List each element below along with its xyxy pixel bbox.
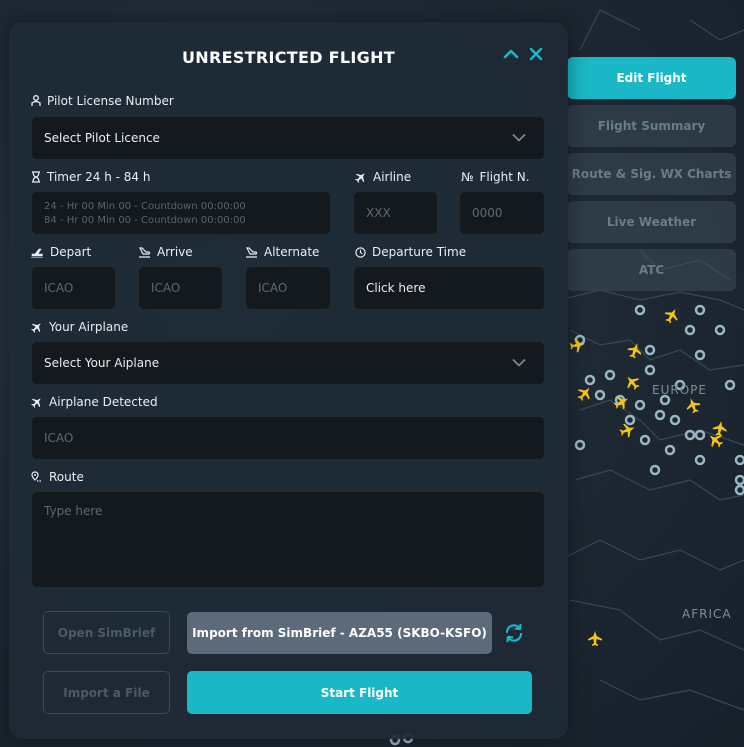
airplane-detected-field[interactable] (32, 417, 544, 459)
arrive-input-field[interactable] (139, 267, 222, 309)
side-nav-route-wx-charts[interactable]: Route & Sig. WX Charts (567, 153, 736, 195)
timer-label: Timer 24 h - 84 h (31, 170, 150, 184)
route-label: Route (31, 470, 84, 484)
pilot-license-value: Select Pilot Licence (44, 131, 160, 145)
flight-number-label-text: Flight N. (479, 170, 530, 184)
map-label-europe: EUROPE (652, 383, 707, 397)
timer-field[interactable]: 24 - Hr 00 Min 00 - Countdown 00:00:00 8… (32, 192, 330, 234)
panel-title: UNRESTRICTED FLIGHT (182, 48, 395, 67)
side-nav-flight-summary[interactable]: Flight Summary (567, 105, 736, 147)
flight-number-input[interactable] (460, 192, 544, 234)
route-textarea[interactable] (32, 492, 544, 587)
your-airplane-value: Select Your Aiplane (44, 356, 160, 370)
arrive-label: Arrive (139, 245, 193, 259)
clock-icon (355, 246, 366, 258)
your-airplane-select[interactable]: Select Your Aiplane (32, 342, 544, 384)
side-nav-atc[interactable]: ATC (567, 249, 736, 291)
hourglass-icon (32, 171, 40, 183)
depart-input[interactable] (32, 267, 115, 309)
alternate-label: Alternate (246, 245, 319, 259)
flight-number-label: № Flight N. (461, 170, 530, 184)
map-label-africa: AFRICA (682, 607, 732, 621)
side-nav-live-weather[interactable]: Live Weather (567, 201, 736, 243)
your-airplane-label: Your Airplane (31, 320, 128, 334)
route-textarea-field[interactable] (32, 492, 544, 587)
airplane-detected-label: Airplane Detected (31, 395, 158, 409)
chevron-down-icon (512, 133, 526, 142)
flight-number-input-field[interactable] (460, 192, 544, 234)
alternate-landing-icon (246, 247, 258, 258)
import-file-button[interactable]: Import a File (43, 671, 170, 714)
alternate-label-text: Alternate (264, 245, 320, 259)
takeoff-icon (31, 248, 43, 258)
alternate-input[interactable] (246, 267, 330, 309)
pilot-license-select[interactable]: Select Pilot Licence (32, 117, 544, 159)
pilot-license-label: Pilot License Number (31, 94, 174, 108)
import-simbrief-button[interactable]: Import from SimBrief - AZA55 (SKBO-KSFO) (187, 612, 492, 654)
landing-icon (139, 247, 151, 258)
airline-input-field[interactable] (354, 192, 437, 234)
departure-time-picker[interactable]: Click here (354, 267, 544, 309)
your-airplane-label-text: Your Airplane (49, 320, 129, 334)
airplane-detected-label-text: Airplane Detected (49, 395, 158, 409)
airplane-detected-input[interactable] (32, 417, 544, 459)
airplane-icon (31, 323, 41, 333)
airline-label: Airline (355, 170, 411, 184)
close-icon[interactable] (526, 44, 546, 64)
arrive-label-text: Arrive (157, 245, 193, 259)
airplane-icon (355, 173, 365, 183)
departure-time-label: Departure Time (355, 245, 466, 259)
timer-label-text: Timer 24 h - 84 h (47, 170, 151, 184)
route-pin-icon (31, 471, 42, 482)
timer-line-24h: 24 - Hr 00 Min 00 - Countdown 00:00:00 (44, 201, 246, 212)
refresh-icon[interactable] (504, 623, 524, 643)
depart-input-field[interactable] (32, 267, 115, 309)
number-sign-icon: № (461, 170, 474, 184)
timer-line-84h: 84 - Hr 00 Min 00 - Countdown 00:00:00 (44, 215, 246, 226)
departure-time-label-text: Departure Time (372, 245, 467, 259)
open-simbrief-button[interactable]: Open SimBrief (43, 611, 170, 654)
chevron-up-icon[interactable] (501, 44, 521, 64)
chevron-down-icon (512, 358, 526, 367)
arrive-input[interactable] (139, 267, 222, 309)
airline-label-text: Airline (373, 170, 412, 184)
alternate-input-field[interactable] (246, 267, 330, 309)
airline-input[interactable] (354, 192, 437, 234)
depart-label: Depart (31, 245, 91, 259)
start-flight-button[interactable]: Start Flight (187, 671, 532, 714)
pilot-icon (31, 95, 41, 106)
route-label-text: Route (49, 470, 84, 484)
side-nav-edit-flight[interactable]: Edit Flight (567, 57, 736, 99)
pilot-license-label-text: Pilot License Number (47, 94, 174, 108)
unrestricted-flight-panel: UNRESTRICTED FLIGHT Pilot License Number… (9, 22, 568, 739)
airplane-icon (31, 398, 41, 408)
depart-label-text: Depart (50, 245, 92, 259)
departure-time-value: Click here (366, 281, 426, 295)
